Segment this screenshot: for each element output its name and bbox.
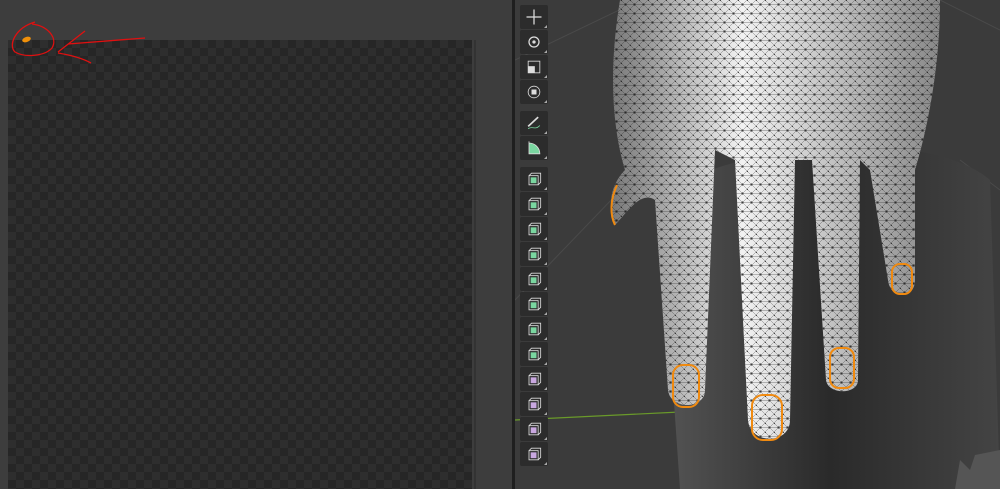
submenu-corner — [544, 312, 547, 315]
tool-button-bevel[interactable] — [520, 242, 548, 266]
submenu-corner — [544, 437, 547, 440]
tool-button-move[interactable] — [520, 5, 548, 29]
knife-icon — [528, 297, 542, 311]
tool-button-edge-slide[interactable] — [520, 392, 548, 416]
submenu-corner — [544, 387, 547, 390]
submenu-corner — [544, 75, 547, 78]
poly-build-icon — [528, 322, 542, 336]
shear-icon — [528, 447, 542, 461]
tool-button-spin[interactable] — [520, 342, 548, 366]
tool-button-knife[interactable] — [520, 292, 548, 316]
loop-cut-icon — [528, 272, 542, 286]
uv-editor[interactable] — [0, 0, 512, 489]
submenu-corner — [544, 362, 547, 365]
submenu-corner — [544, 156, 547, 159]
tool-button-poly-build[interactable] — [520, 317, 548, 341]
move-icon — [526, 9, 542, 25]
tool-button-shear[interactable] — [520, 442, 548, 466]
tool-button-loop-cut[interactable] — [520, 267, 548, 291]
3d-viewport[interactable] — [515, 0, 1000, 489]
tool-button-shrink-fatten[interactable] — [520, 417, 548, 441]
add-cube-icon — [528, 172, 542, 186]
submenu-corner — [544, 187, 547, 190]
shrink-fatten-icon — [528, 422, 542, 436]
uv-scrollbar[interactable] — [474, 40, 476, 489]
submenu-corner — [544, 262, 547, 265]
inset-faces-icon — [528, 222, 542, 236]
tool-button-rotate[interactable] — [520, 30, 548, 54]
submenu-corner — [544, 50, 547, 53]
submenu-corner — [544, 212, 547, 215]
submenu-corner — [544, 337, 547, 340]
submenu-corner — [544, 131, 547, 134]
smooth-icon — [528, 372, 542, 386]
tool-button-inset-faces[interactable] — [520, 217, 548, 241]
submenu-corner — [544, 287, 547, 290]
tool-button-transform[interactable] — [520, 80, 548, 104]
measure-icon — [528, 141, 541, 155]
submenu-corner — [544, 237, 547, 240]
tool-button-measure[interactable] — [520, 136, 548, 160]
bevel-icon — [528, 247, 542, 261]
submenu-corner — [544, 100, 547, 103]
rotate-icon — [528, 36, 540, 48]
submenu-corner — [544, 25, 547, 28]
scale-icon — [527, 60, 541, 74]
uv-canvas-checkerboard[interactable] — [8, 40, 472, 489]
red-annotation-circle-arrow — [11, 21, 146, 64]
edge-slide-icon — [528, 397, 542, 411]
tool-button-annotate[interactable] — [520, 111, 548, 135]
tool-button-smooth[interactable] — [520, 367, 548, 391]
spin-icon — [528, 347, 542, 361]
annotate-icon — [527, 116, 541, 130]
extrude-region-icon — [528, 197, 542, 211]
submenu-corner — [544, 412, 547, 415]
transform-icon — [527, 85, 541, 99]
tool-button-extrude-region[interactable] — [520, 192, 548, 216]
tool-button-scale[interactable] — [520, 55, 548, 79]
submenu-corner — [544, 462, 547, 465]
tool-button-add-cube[interactable] — [520, 167, 548, 191]
